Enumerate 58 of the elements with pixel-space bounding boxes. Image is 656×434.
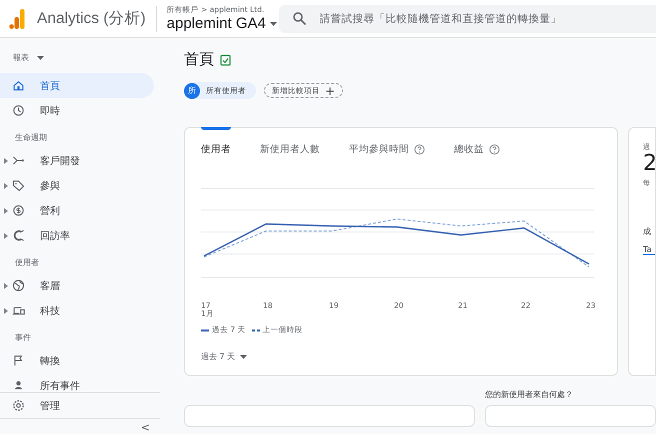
expand-arrow-icon	[4, 158, 8, 164]
metric-tab[interactable]: 平均參與時間	[349, 127, 425, 156]
verified-check-icon	[220, 54, 231, 66]
sidebar-title: 報表	[13, 52, 29, 63]
expand-arrow-icon	[4, 182, 8, 188]
metric-tab[interactable]: 總收益	[454, 127, 500, 156]
nav-icon	[12, 179, 25, 192]
expand-arrow-icon	[4, 208, 8, 214]
caret-icon	[270, 22, 277, 26]
metric-tab[interactable]: 使用者	[201, 127, 231, 156]
help-icon	[489, 144, 500, 154]
admin-nav-item[interactable]: 管理	[0, 392, 160, 419]
page-title: 首頁	[184, 50, 214, 69]
search-bar[interactable]: 請嘗試搜尋「比較隨機管道和直接管道的轉換量」	[278, 4, 656, 32]
caret-icon	[37, 56, 44, 60]
expand-arrow-icon	[4, 282, 8, 288]
caret-icon	[240, 354, 248, 358]
settings-icon	[12, 399, 25, 412]
section-title: 您的新使用者來自何處？	[485, 389, 574, 401]
nav-section-label: 生命週期	[14, 132, 48, 144]
legend-line-icon	[201, 328, 209, 332]
help-icon	[414, 144, 425, 154]
nav-icon	[12, 229, 25, 242]
date-range-selector[interactable]: 過去 7 天	[201, 351, 248, 362]
nav-item[interactable]: 即時	[0, 98, 154, 123]
metric-tab[interactable]: 新使用者人數	[260, 127, 320, 156]
property-selector[interactable]: applemint GA4	[166, 15, 279, 32]
nav-icon	[12, 154, 25, 167]
segment-badge: 所	[184, 82, 200, 98]
nav-item[interactable]: 客層	[0, 273, 154, 298]
nav-item[interactable]: 所有事件	[0, 373, 154, 392]
nav-item[interactable]: 客戶開發	[0, 148, 154, 173]
nav-item[interactable]: 回訪率	[0, 223, 154, 248]
nav-icon	[12, 354, 25, 367]
card-tab[interactable]: Ta	[643, 245, 655, 256]
nav-section-label: 事件	[14, 332, 32, 344]
nav-item[interactable]: 轉換	[0, 348, 154, 373]
nav-icon	[12, 279, 25, 292]
nav-icon	[12, 104, 25, 117]
nav-icon	[12, 79, 25, 92]
metric-value: 2	[643, 152, 655, 176]
search-field[interactable]: 請嘗試搜尋「比較隨機管道和直接管道的轉換量」	[318, 12, 656, 26]
collapse-sidebar-button[interactable]: <	[140, 421, 150, 434]
product-name: Analytics (分析)	[37, 9, 146, 29]
nav-section-label: 使用者	[14, 257, 40, 269]
analytics-logo-icon	[9, 8, 25, 30]
search-icon	[292, 12, 306, 25]
expand-arrow-icon	[4, 232, 8, 238]
nav-item[interactable]: 營利	[0, 198, 154, 223]
expand-arrow-icon	[4, 308, 8, 314]
nav-icon	[12, 304, 25, 317]
nav-icon	[12, 379, 25, 392]
table-header: 成	[643, 226, 652, 238]
nav-item[interactable]: 參與	[0, 173, 154, 198]
nav-item[interactable]: 首頁	[0, 73, 154, 98]
nav-icon	[12, 204, 25, 217]
nav-item[interactable]: 科技	[0, 298, 154, 323]
legend-line-icon	[252, 328, 260, 332]
